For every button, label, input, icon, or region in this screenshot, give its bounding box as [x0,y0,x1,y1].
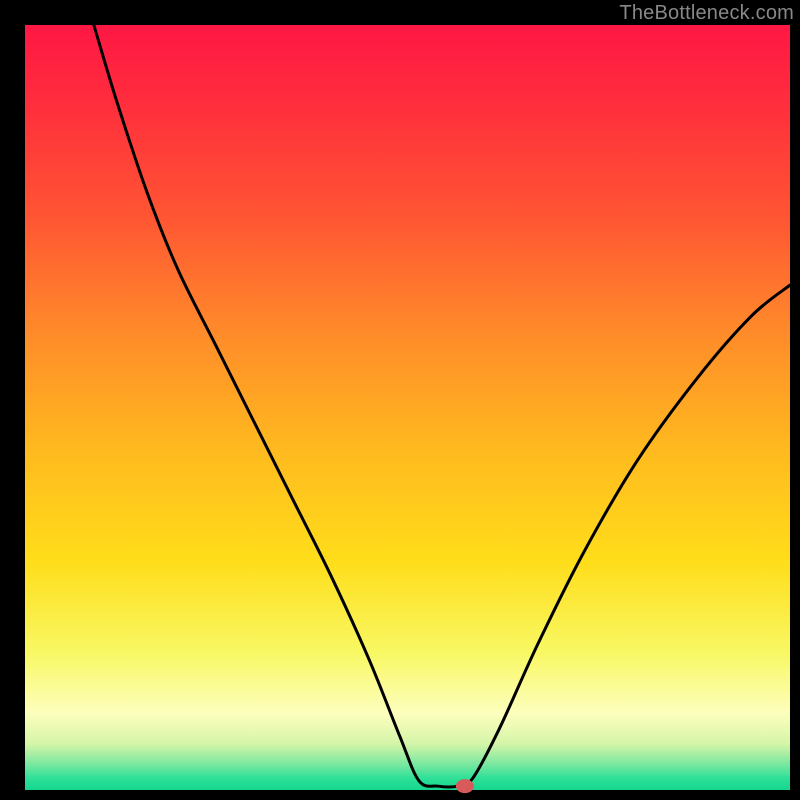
optimal-marker [456,779,474,793]
watermark-text: TheBottleneck.com [619,2,794,25]
bottleneck-chart: TheBottleneck.com [0,0,800,800]
chart-svg [0,0,800,800]
